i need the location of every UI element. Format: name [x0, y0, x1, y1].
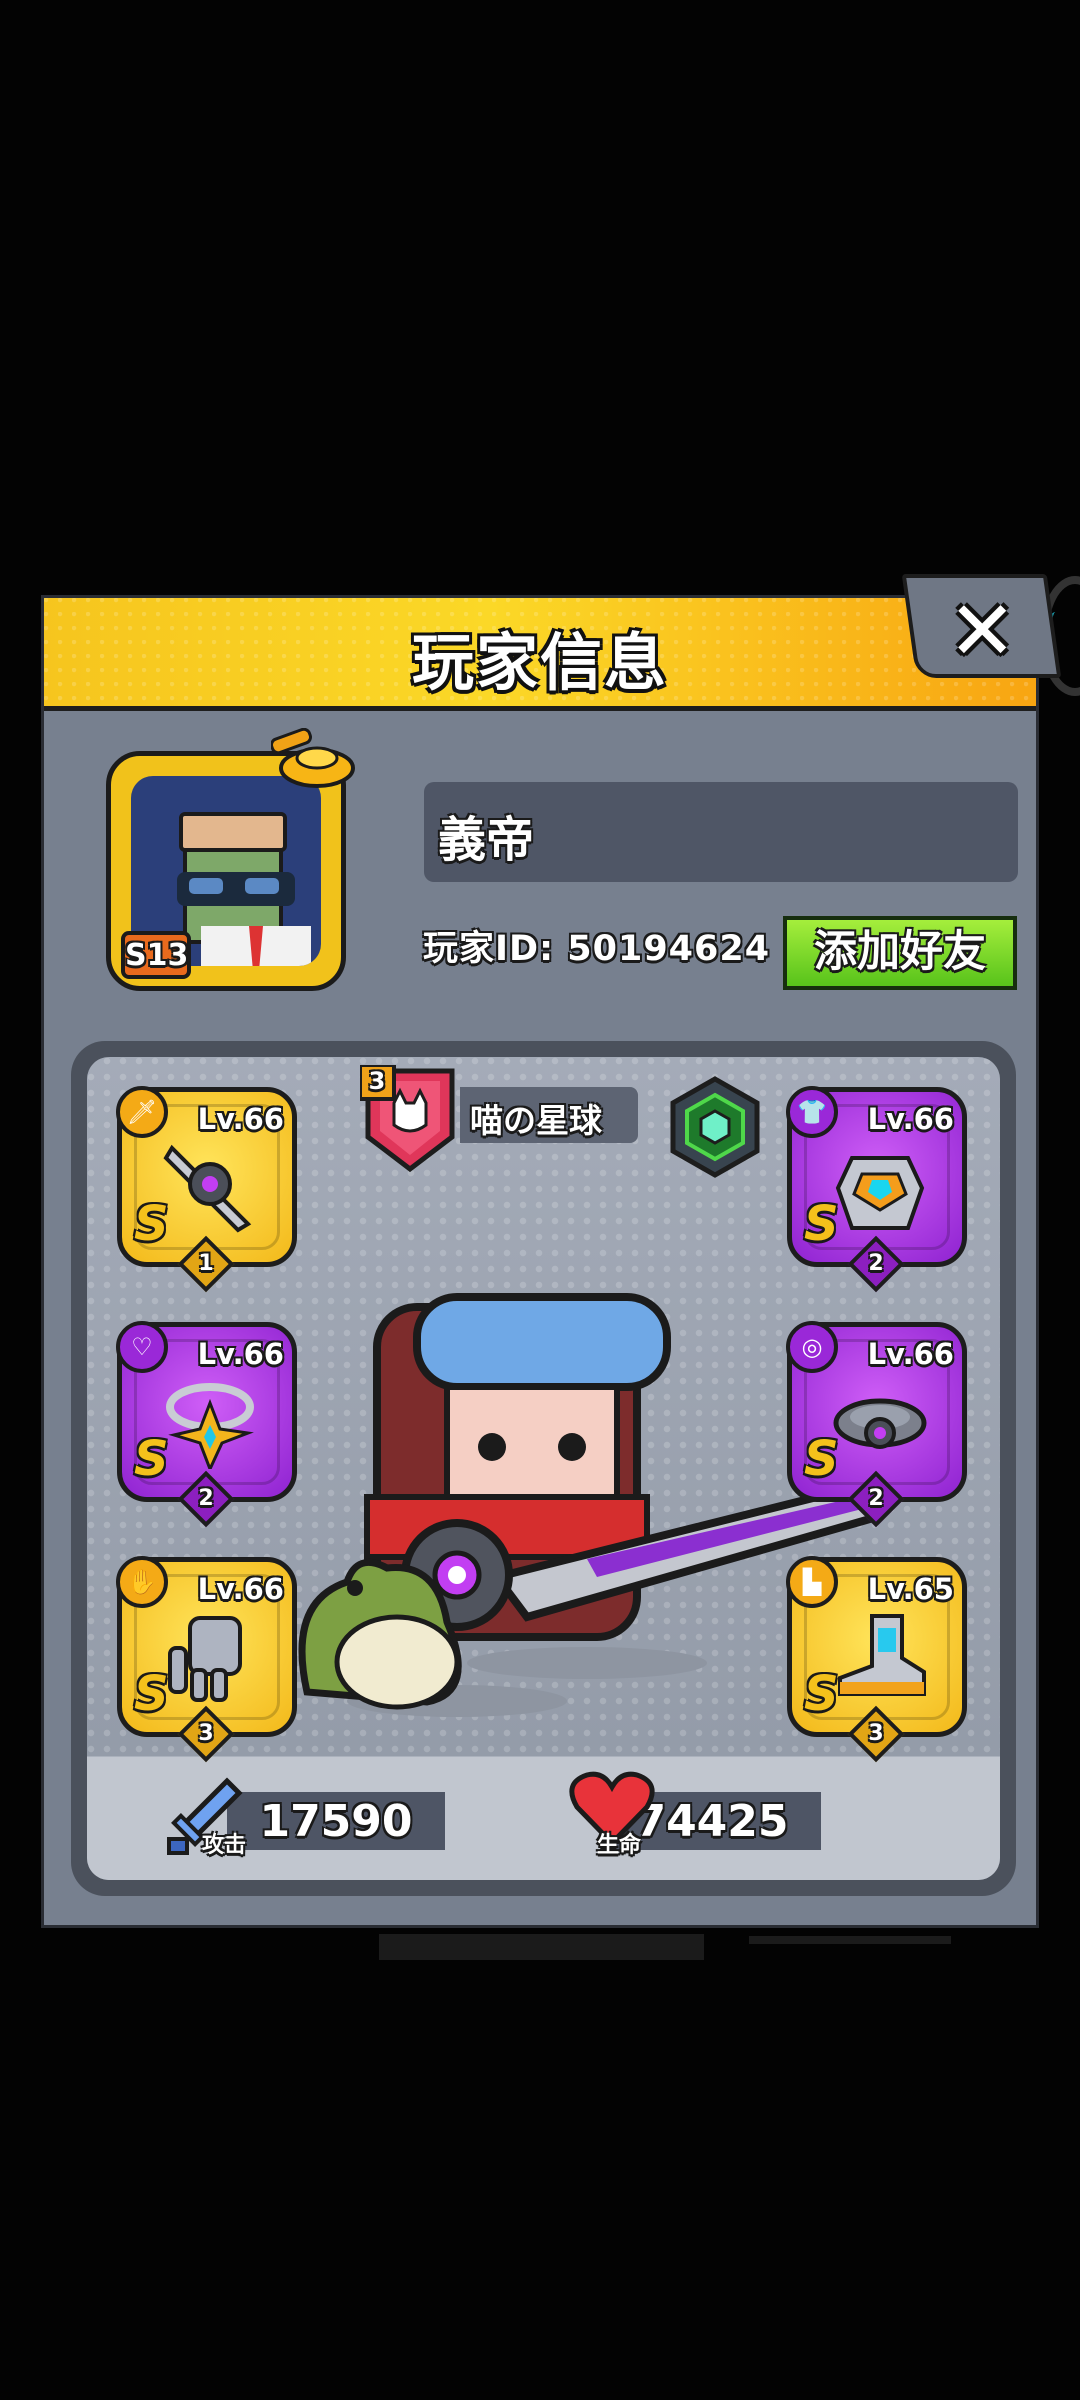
slot-grade: S: [134, 1431, 169, 1487]
necklace-icon: ♡: [116, 1321, 168, 1373]
slot-stars: 3: [868, 1721, 884, 1746]
player-name-field: 義帝: [424, 782, 1018, 882]
character-panel: 3 喵の星球 🗡 Lv.66 S 1 ♡ Lv.66 S 2 ✋ Lv.66 S…: [71, 1041, 1016, 1896]
slot-stars: 2: [868, 1251, 884, 1276]
bottom-shadow-bar-thin: [749, 1936, 951, 1944]
slot-level: Lv.66: [197, 1337, 284, 1371]
equipment-slot-weapon[interactable]: 🗡 Lv.66 S 1: [116, 1086, 297, 1293]
player-avatar[interactable]: S13: [106, 728, 355, 991]
slot-grade: S: [804, 1196, 839, 1252]
season-badge: S13: [121, 931, 191, 979]
frog-pet: [298, 1558, 462, 1710]
slot-level: Lv.66: [867, 1102, 954, 1136]
armor-item-image: [835, 1156, 925, 1230]
equipment-slot-armor[interactable]: 👕 Lv.66 S 2: [786, 1086, 967, 1293]
hp-label: 生命: [597, 1833, 642, 1858]
glove-icon: ✋: [116, 1556, 168, 1608]
slot-stars: 3: [198, 1721, 214, 1746]
slot-stars: 2: [198, 1486, 214, 1511]
suit-collar: [201, 926, 311, 966]
attack-label: 攻击: [202, 1833, 247, 1858]
belt-item-image: [833, 1398, 927, 1449]
hexagon-rank-icon[interactable]: [667, 1075, 763, 1179]
character-stage: 3 喵の星球 🗡 Lv.66 S 1 ♡ Lv.66 S 2 ✋ Lv.66 S…: [87, 1057, 1000, 1880]
necklace-item-image: [166, 1383, 254, 1469]
guild-name: 喵の星球: [470, 1101, 602, 1140]
close-button[interactable]: ✕: [901, 574, 1062, 679]
belt-icon: ◎: [786, 1321, 838, 1373]
dialog-title: 玩家信息: [411, 626, 668, 699]
equipment-slot-gloves[interactable]: ✋ Lv.66 S 3: [116, 1556, 297, 1763]
boots-item-image: [838, 1614, 926, 1696]
slot-grade: S: [134, 1666, 169, 1722]
slot-grade: S: [134, 1196, 169, 1252]
player-info-dialog: 玩家信息 ✕ S13 義帝 玩家ID: 50194624 添加好友 3 喵の星球…: [41, 574, 1062, 1928]
equipment-slot-belt[interactable]: ◎ Lv.66 S 2: [786, 1321, 967, 1528]
guild-level: 3: [368, 1067, 386, 1095]
slot-level: Lv.65: [867, 1572, 954, 1606]
add-friend-button[interactable]: 添加好友: [783, 916, 1017, 990]
slot-grade: S: [804, 1666, 839, 1722]
close-icon: ✕: [947, 584, 1017, 679]
attack-stat: 17590: [227, 1792, 445, 1850]
equipment-slot-necklace[interactable]: ♡ Lv.66 S 2: [116, 1321, 297, 1528]
gold-ingot-icon: [271, 728, 355, 788]
sword-icon: 🗡: [116, 1086, 168, 1138]
sunglasses: [177, 872, 295, 906]
zombie-hair: [179, 812, 287, 852]
equipment-slot-boots[interactable]: ▙ Lv.65 S 3: [786, 1556, 967, 1763]
dialog-header: 玩家信息: [44, 598, 1036, 711]
slot-level: Lv.66: [197, 1102, 284, 1136]
slot-level: Lv.66: [197, 1572, 284, 1606]
slot-stars: 1: [198, 1251, 214, 1276]
bottom-shadow-bar: [379, 1934, 704, 1960]
slot-grade: S: [804, 1431, 839, 1487]
shirt-icon: 👕: [786, 1086, 838, 1138]
slot-level: Lv.66: [867, 1337, 954, 1371]
slot-stars: 2: [868, 1486, 884, 1511]
weapon-item-image: [163, 1144, 252, 1233]
boot-icon: ▙: [786, 1556, 838, 1608]
gloves-item-image: [168, 1616, 242, 1702]
player-name: 義帝: [438, 812, 535, 868]
guild-name-field: 喵の星球: [460, 1087, 638, 1143]
attack-value: 17590: [259, 1796, 413, 1847]
player-id: 玩家ID: 50194624: [423, 929, 771, 969]
